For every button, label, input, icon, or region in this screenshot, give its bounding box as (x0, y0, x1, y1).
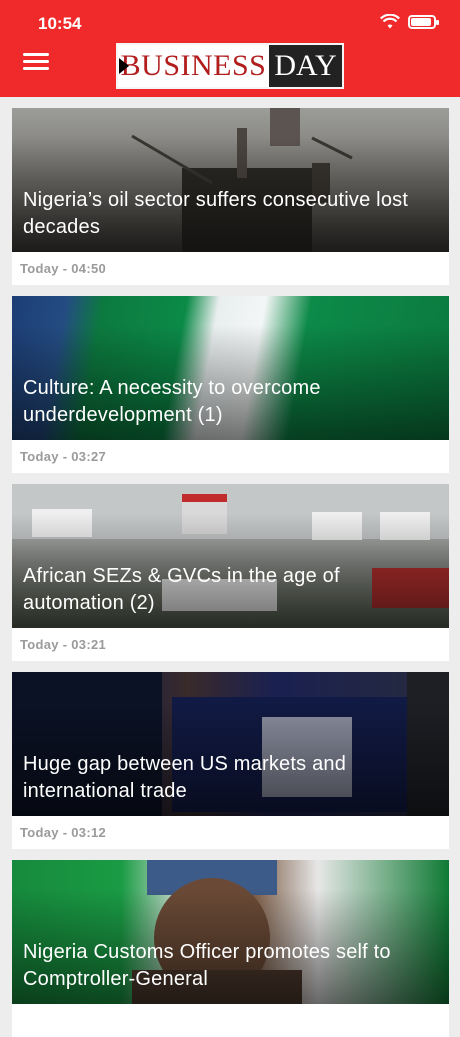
article-card[interactable]: Nigeria’s oil sector suffers consecutive… (12, 108, 449, 285)
article-time: Today - 03:27 (20, 449, 107, 464)
article-image: Culture: A necessity to overcome underde… (12, 296, 449, 440)
article-time: Today - 03:21 (20, 637, 107, 652)
logo-business: BUSINESS (118, 45, 269, 87)
app-header: 10:54 BUSINESS DAY (0, 0, 460, 97)
article-card[interactable]: Huge gap between US markets and internat… (12, 672, 449, 849)
logo-day: DAY (269, 45, 342, 87)
article-title: Culture: A necessity to overcome underde… (23, 377, 321, 426)
article-title: Nigeria Customs Officer promotes self to… (23, 941, 391, 990)
article-card[interactable]: Nigeria Customs Officer promotes self to… (12, 860, 449, 1037)
battery-icon (408, 15, 439, 29)
article-image: Nigeria Customs Officer promotes self to… (12, 860, 449, 1004)
wifi-icon (380, 14, 400, 29)
article-image: Huge gap between US markets and internat… (12, 672, 449, 816)
article-time: Today - 03:12 (20, 825, 107, 840)
article-card[interactable]: African SEZs & GVCs in the age of automa… (12, 484, 449, 661)
article-title: African SEZs & GVCs in the age of automa… (23, 565, 340, 614)
logo-triangle-icon (119, 58, 129, 74)
menu-button[interactable] (23, 49, 51, 73)
businessday-logo[interactable]: BUSINESS DAY (116, 43, 344, 89)
menu-icon (23, 53, 49, 56)
article-title: Huge gap between US markets and internat… (23, 753, 347, 802)
article-title: Nigeria’s oil sector suffers consecutive… (23, 189, 409, 238)
article-time: Today - 04:50 (20, 261, 107, 276)
article-card[interactable]: Culture: A necessity to overcome underde… (12, 296, 449, 473)
status-icons (380, 14, 439, 30)
article-image: Nigeria’s oil sector suffers consecutive… (12, 108, 449, 252)
article-image: African SEZs & GVCs in the age of automa… (12, 484, 449, 628)
status-time: 10:54 (38, 14, 82, 33)
